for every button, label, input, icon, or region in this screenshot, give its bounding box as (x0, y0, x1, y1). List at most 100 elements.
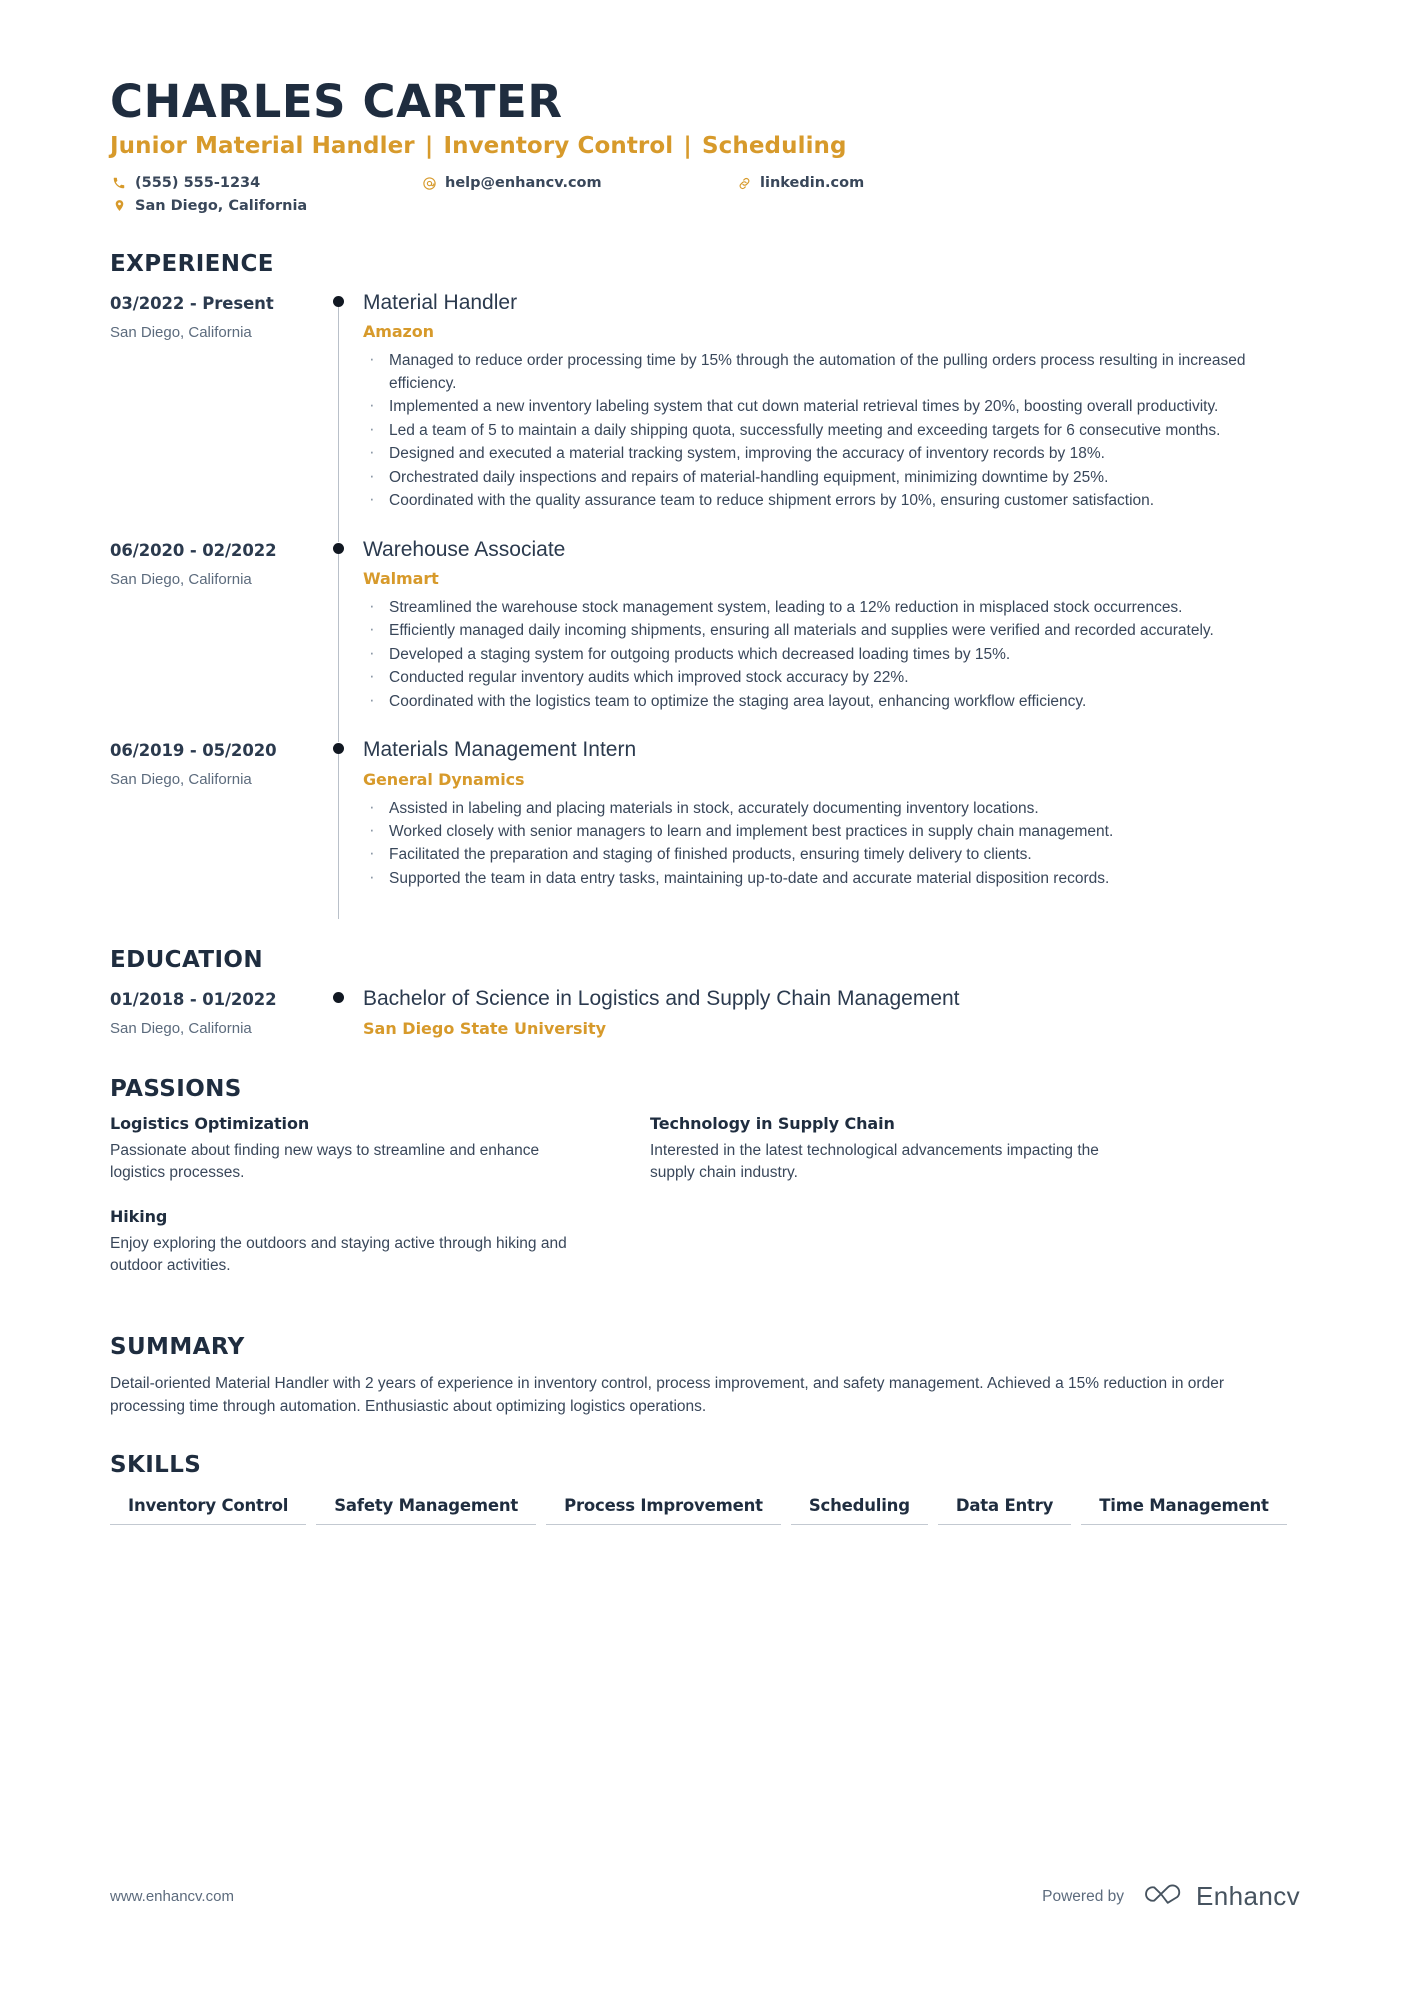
timeline-line (338, 750, 339, 920)
experience-company: Walmart (363, 568, 439, 588)
skill-chip: Time Management (1081, 1490, 1287, 1525)
location-pin-icon (110, 198, 128, 213)
passion-title: Technology in Supply Chain (650, 1113, 895, 1133)
experience-entry: 06/2020 - 02/2022 San Diego, California … (110, 536, 1300, 743)
summary-section: SUMMARY Detail-oriented Material Handler… (110, 1334, 1300, 1419)
experience-entry-meta: 03/2022 - Present San Diego, California (110, 289, 315, 536)
experience-bullet: Conducted regular inventory audits which… (363, 664, 1300, 689)
contact-row-2: San Diego, California (110, 195, 1070, 217)
skill-chip: Data Entry (937, 1490, 1072, 1525)
phone-icon (110, 176, 128, 190)
experience-job-title: Warehouse Associate (363, 537, 566, 561)
link-icon (735, 176, 753, 191)
passion-description: Passionate about finding new ways to str… (110, 1141, 540, 1182)
experience-entry-body: Warehouse Associate Walmart Streamlined … (363, 536, 1300, 737)
experience-location: San Diego, California (110, 771, 252, 789)
experience-bullets: Assisted in labeling and placing materia… (363, 794, 1300, 891)
education-degree: Bachelor of Science in Logistics and Sup… (363, 987, 960, 1011)
contact-phone[interactable]: (555) 555-1234 (110, 172, 420, 194)
contact-phone-label: (555) 555-1234 (135, 175, 261, 192)
experience-bullet: Coordinated with the logistics team to o… (363, 688, 1300, 713)
skills-list: Inventory Control Safety Management Proc… (110, 1490, 1300, 1525)
experience-date: 03/2022 - Present (110, 294, 274, 314)
experience-bullet: Orchestrated daily inspections and repai… (363, 464, 1300, 489)
experience-bullet: Facilitated the preparation and staging … (363, 841, 1300, 866)
timeline-dot (333, 296, 344, 308)
experience-section-title: EXPERIENCE (110, 251, 274, 278)
experience-section: EXPERIENCE 03/2022 - Present San Diego, … (110, 251, 1300, 920)
timeline-line (338, 549, 339, 743)
timeline-rail (315, 289, 363, 542)
education-entry-meta: 01/2018 - 01/2022 San Diego, California (110, 985, 315, 1041)
experience-company: General Dynamics (363, 769, 525, 789)
headline-part-2: Inventory Control (443, 132, 674, 159)
passions-section-title: PASSIONS (110, 1075, 242, 1102)
resume-page: CHARLES CARTER Junior Material Handler |… (0, 0, 1410, 1995)
skill-chip: Inventory Control (110, 1490, 307, 1525)
experience-bullet: Worked closely with senior managers to l… (363, 818, 1300, 843)
candidate-headline: Junior Material Handler | Inventory Cont… (110, 133, 1300, 161)
passion-title: Hiking (110, 1206, 168, 1226)
timeline-line (338, 303, 339, 542)
experience-company: Amazon (363, 322, 434, 342)
skill-chip: Safety Management (316, 1490, 537, 1525)
experience-entry: 03/2022 - Present San Diego, California … (110, 289, 1300, 542)
education-location: San Diego, California (110, 1020, 252, 1038)
resume-header: CHARLES CARTER Junior Material Handler |… (110, 0, 1300, 217)
headline-separator: | (416, 132, 442, 159)
enhancv-brand: Enhancv (1138, 1881, 1300, 1912)
education-entry: 01/2018 - 01/2022 San Diego, California … (110, 985, 1300, 1041)
experience-location: San Diego, California (110, 324, 252, 342)
experience-job-title: Material Handler (363, 291, 518, 315)
passions-list: Logistics Optimization Passionate about … (110, 1114, 1300, 1300)
experience-bullet: Supported the team in data entry tasks, … (363, 865, 1300, 890)
education-section: EDUCATION 01/2018 - 01/2022 San Diego, C… (110, 947, 1300, 1041)
contact-info: (555) 555-1234 help@enhancv.com linkedin… (110, 172, 1070, 217)
experience-entry-body: Materials Management Intern General Dyna… (363, 736, 1300, 913)
skill-chip: Process Improvement (546, 1490, 781, 1525)
experience-entry-meta: 06/2019 - 05/2020 San Diego, California (110, 736, 315, 913)
page-footer: www.enhancv.com Powered by Enhancv (110, 1881, 1300, 1912)
education-school: San Diego State University (363, 1018, 607, 1038)
experience-bullets: Managed to reduce order processing time … (363, 347, 1300, 512)
passion-description: Interested in the latest technological a… (650, 1141, 1099, 1182)
contact-location-label: San Diego, California (135, 197, 308, 214)
experience-bullet: Developed a staging system for outgoing … (363, 641, 1300, 666)
timeline-dot (333, 542, 344, 554)
contact-row-1: (555) 555-1234 help@enhancv.com linkedin… (110, 172, 1070, 194)
experience-location: San Diego, California (110, 570, 252, 588)
experience-bullet: Assisted in labeling and placing materia… (363, 794, 1300, 820)
passions-section: PASSIONS Logistics Optimization Passiona… (110, 1076, 1300, 1300)
passion-item: Hiking Enjoy exploring the outdoors and … (110, 1207, 570, 1278)
experience-date: 06/2019 - 05/2020 (110, 741, 277, 761)
headline-separator: | (675, 132, 700, 159)
skills-section: SKILLS Inventory Control Safety Manageme… (110, 1452, 1300, 1525)
summary-section-title: SUMMARY (110, 1333, 245, 1360)
candidate-name: CHARLES CARTER (110, 75, 563, 128)
contact-email-label: help@enhancv.com (445, 175, 602, 192)
experience-entry: 06/2019 - 05/2020 San Diego, California … (110, 736, 1300, 920)
passion-description: Enjoy exploring the outdoors and staying… (110, 1234, 567, 1275)
enhancv-brand-name: Enhancv (1196, 1881, 1300, 1911)
summary-text: Detail-oriented Material Handler with 2 … (110, 1374, 1224, 1415)
experience-bullet: Implemented a new inventory labeling sys… (363, 393, 1300, 418)
experience-date: 06/2020 - 02/2022 (110, 540, 277, 560)
contact-location: San Diego, California (110, 195, 420, 217)
powered-by-block: Powered by Enhancv (1042, 1881, 1300, 1912)
experience-bullet: Led a team of 5 to maintain a daily ship… (363, 417, 1300, 442)
contact-email[interactable]: help@enhancv.com (420, 172, 735, 194)
headline-part-3: Scheduling (701, 132, 847, 159)
timeline-rail (315, 985, 363, 1041)
experience-entry-meta: 06/2020 - 02/2022 San Diego, California (110, 536, 315, 737)
timeline-rail (315, 536, 363, 743)
contact-linkedin[interactable]: linkedin.com (735, 172, 1035, 194)
timeline-dot (333, 743, 344, 755)
education-section-title: EDUCATION (110, 947, 264, 974)
footer-website-url[interactable]: www.enhancv.com (110, 1888, 234, 1905)
powered-by-label: Powered by (1042, 1887, 1125, 1905)
skills-section-title: SKILLS (110, 1452, 202, 1478)
experience-bullets: Streamlined the warehouse stock manageme… (363, 594, 1300, 713)
email-icon (420, 176, 438, 191)
experience-bullet: Coordinated with the quality assurance t… (363, 487, 1300, 512)
passion-item: Logistics Optimization Passionate about … (110, 1114, 570, 1185)
